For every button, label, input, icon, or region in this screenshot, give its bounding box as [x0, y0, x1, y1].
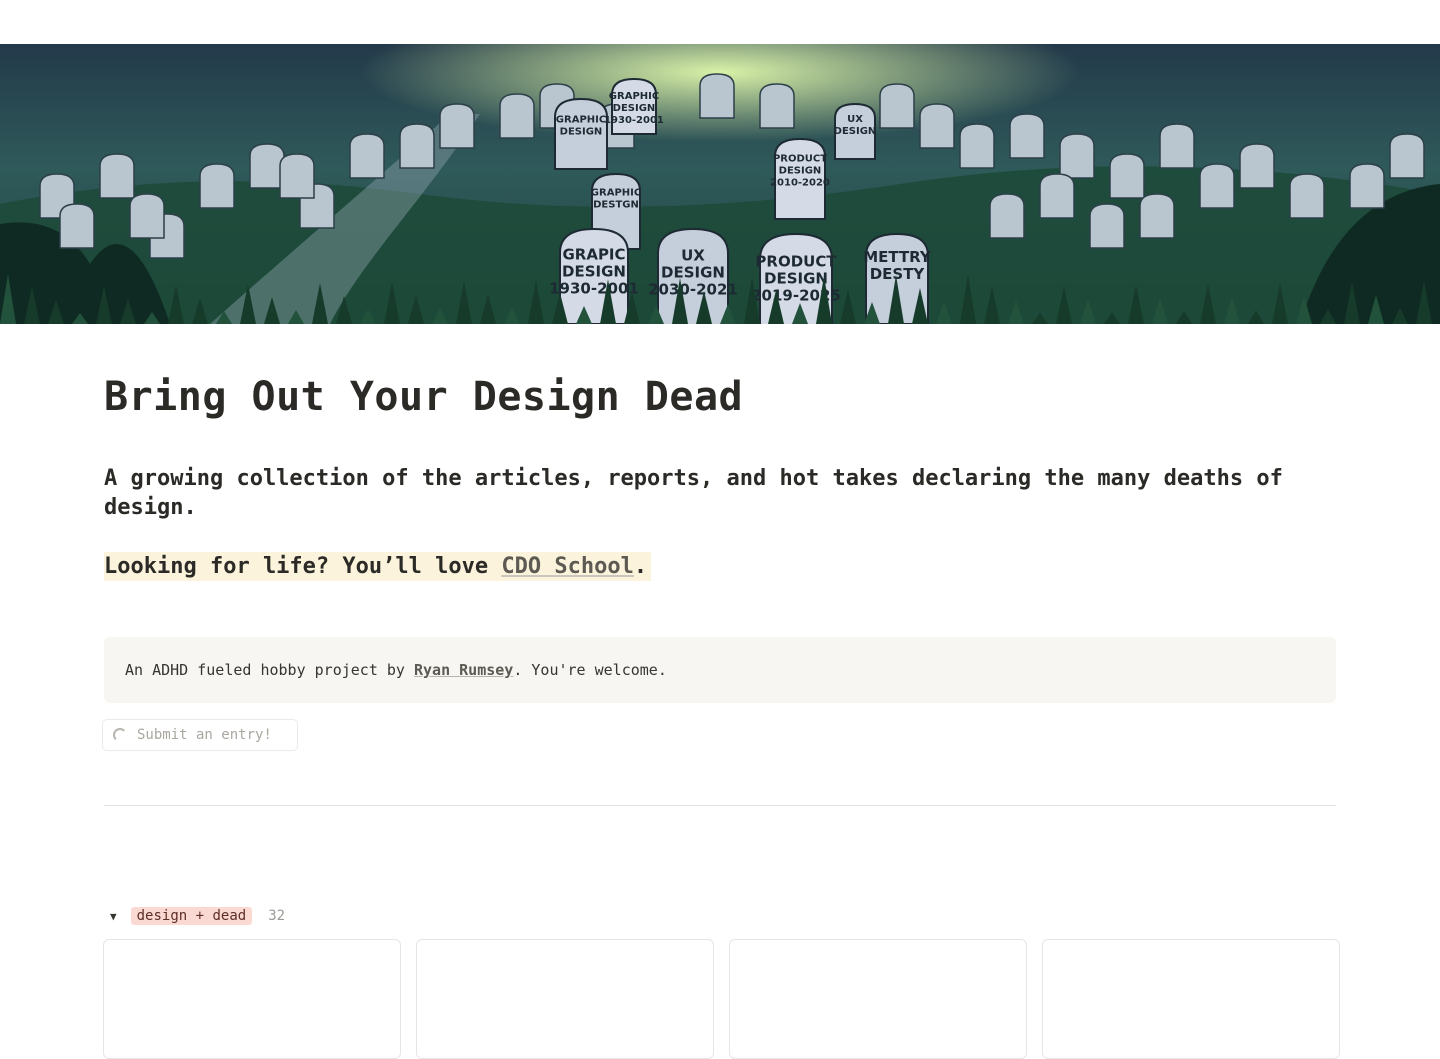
background-tombstone	[699, 73, 735, 119]
divider	[104, 805, 1336, 806]
author-link[interactable]: Ryan Rumsey	[414, 661, 513, 679]
tombstone-text: DESIGN	[834, 126, 877, 137]
tombstone-text: GRAPIC	[562, 246, 625, 264]
group-header[interactable]: ▼ design + dead 32	[110, 906, 285, 926]
promo-prefix: Looking for life? You’ll love	[104, 554, 502, 579]
tombstone-text: METTRY	[863, 248, 932, 266]
gallery-card[interactable]	[729, 939, 1027, 1059]
background-tombstone	[1199, 163, 1235, 209]
tombstone-text: 1930-2001	[604, 115, 664, 126]
background-tombstone	[1239, 143, 1275, 189]
background-tombstone	[499, 93, 535, 139]
tombstone-text: DESTGN	[593, 200, 639, 211]
graveyard-illustration: GRAPHICDESIGNGRAPHICDESIGN1930-2001 UXDES…	[0, 44, 1440, 324]
background-tombstone	[919, 103, 955, 149]
promo-line: Looking for life? You’ll love CDO School…	[104, 552, 652, 581]
tombstone-text: DESIGN	[779, 166, 822, 177]
group-tag: design + dead	[130, 907, 253, 925]
tombstone-text: PRODUCT	[755, 252, 837, 270]
background-tombstone	[1159, 123, 1195, 169]
background-tombstone	[959, 123, 995, 169]
background-tombstone	[439, 103, 475, 149]
top-bar	[0, 0, 1440, 44]
tombstone-text: UX	[681, 247, 705, 265]
background-tombstone	[129, 193, 165, 239]
toggle-triangle-icon[interactable]: ▼	[110, 910, 117, 923]
gallery-card[interactable]	[1042, 939, 1340, 1059]
promo-suffix: .	[633, 554, 648, 579]
tombstone-text: GRAPHIC	[556, 114, 606, 125]
background-tombstone	[1059, 133, 1095, 179]
tombstone-text: 1930-2001	[549, 280, 639, 298]
cover-image: GRAPHIC DESIGN GRAPHIC DESIGN 1930-2001 UX DES…	[0, 44, 1440, 324]
background-tombstone	[1089, 203, 1125, 249]
group-count: 32	[268, 908, 286, 924]
tombstone-text: 2030-2021	[648, 281, 738, 299]
gallery-card[interactable]	[416, 939, 714, 1059]
background-tombstone	[1389, 133, 1425, 179]
tombstone-text: DESIGN	[613, 103, 656, 114]
background-tombstone	[759, 83, 795, 129]
tombstone-text: DESIGN	[560, 126, 603, 137]
background-tombstone	[1139, 193, 1175, 239]
tombstone-text: GRAPHIC	[609, 91, 659, 102]
tombstone-text: DESIGN	[562, 263, 626, 281]
tombstone-text: DESIGN	[661, 264, 725, 282]
submit-entry-button[interactable]: Submit an entry!	[102, 719, 298, 751]
background-tombstone	[879, 83, 915, 129]
background-tombstone	[349, 133, 385, 179]
background-tombstone	[1289, 173, 1325, 219]
callout-block: An ADHD fueled hobby project by Ryan Rum…	[104, 637, 1336, 703]
background-tombstone	[1349, 163, 1385, 209]
background-tombstone	[399, 123, 435, 169]
page-title: Bring Out Your Design Dead	[104, 374, 744, 420]
background-tombstone	[99, 153, 135, 199]
tombstone-text: 2010-2020	[770, 178, 830, 189]
callout-prefix: An ADHD fueled hobby project by	[125, 661, 414, 679]
tombstone-text: PRODUCT	[773, 154, 827, 165]
background-tombstone	[59, 203, 95, 249]
background-tombstone	[1039, 173, 1075, 219]
callout-suffix: . You're welcome.	[513, 661, 667, 679]
tombstone-text: DESIGN	[764, 269, 828, 287]
background-tombstone	[1009, 113, 1045, 159]
gallery-cards	[103, 939, 1340, 1059]
loading-spinner-icon	[113, 728, 127, 742]
cdo-school-link[interactable]: CDO School	[501, 554, 633, 579]
background-tombstone	[989, 193, 1025, 239]
tombstone-text: UX	[847, 114, 863, 125]
background-tombstone	[1109, 153, 1145, 199]
page-subtitle: A growing collection of the articles, re…	[104, 466, 1283, 520]
tombstone-text: DESTY	[870, 265, 926, 283]
background-tombstone	[249, 143, 285, 189]
tombstone-text: GRAPHIC	[591, 188, 641, 199]
background-tombstone	[199, 163, 235, 209]
gallery-card[interactable]	[103, 939, 401, 1059]
background-tombstone	[279, 153, 315, 199]
submit-entry-label: Submit an entry!	[137, 727, 272, 743]
